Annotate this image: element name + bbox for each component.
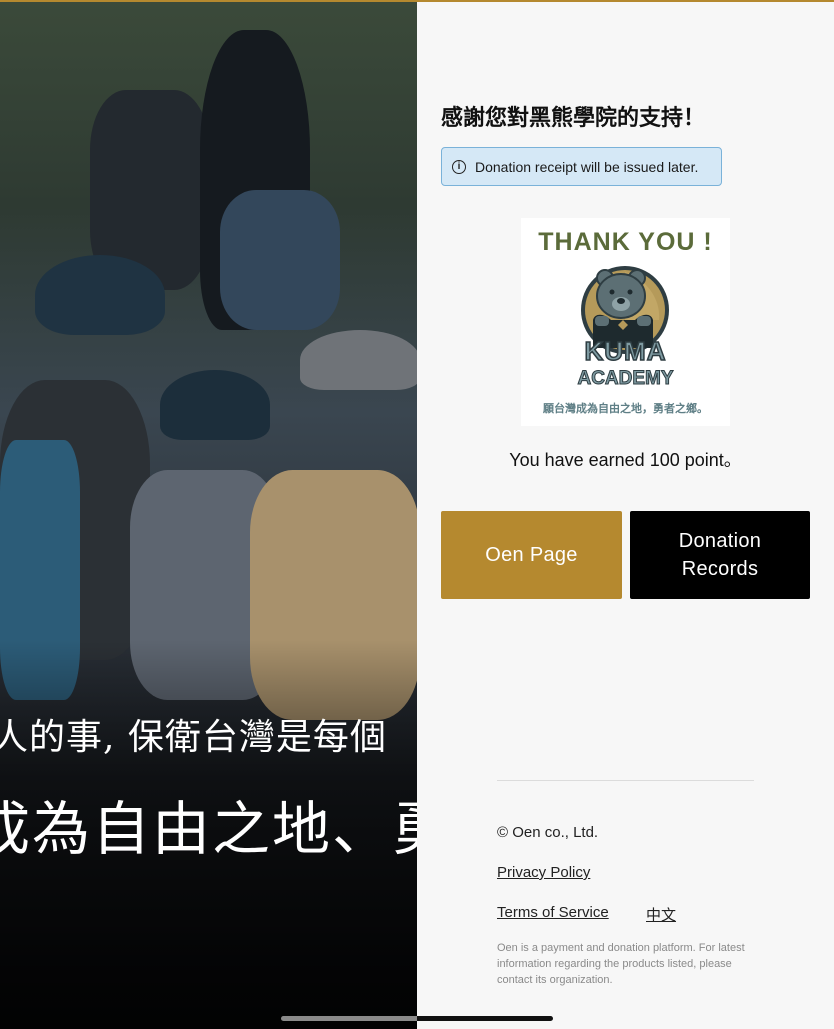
photo-shape	[300, 330, 417, 390]
hero-overlay-text-line2: 成為自由之地、勇	[0, 795, 417, 863]
footer-disclaimer: Oen is a payment and donation platform. …	[497, 942, 745, 986]
donation-records-button-label: Donation Records	[679, 527, 761, 583]
thank-you-image: THANK YOU ! KUMA ACADEMY 願台灣成為自由之地，勇者之鄉。	[521, 218, 730, 426]
receipt-alert: i Donation receipt will be issued later.	[441, 147, 722, 186]
logo-kuma-text: KUMA	[584, 336, 667, 366]
oen-page-button[interactable]: Oen Page	[441, 511, 622, 599]
thank-you-title: THANK YOU !	[538, 228, 713, 256]
language-switch-link[interactable]: 中文	[646, 904, 676, 925]
points-earned-text: You have earned 100 point。	[509, 450, 742, 470]
page-title: 感謝您對黑熊學院的支持！	[441, 105, 706, 130]
donation-records-button[interactable]: Donation Records	[630, 511, 810, 599]
home-indicator[interactable]	[281, 1016, 553, 1021]
donation-records-label-line2: Records	[681, 558, 759, 580]
footer-divider	[497, 780, 754, 781]
photo-shape	[35, 255, 165, 335]
hero-overlay-text-line1: 人的事, 保衛台灣是每個	[0, 717, 387, 758]
terms-of-service-link[interactable]: Terms of Service	[497, 904, 609, 921]
hero-photo: 人的事, 保衛台灣是每個 成為自由之地、勇	[0, 0, 417, 1029]
info-icon: i	[452, 159, 466, 174]
logo-slogan: 願台灣成為自由之地，勇者之鄉。	[543, 403, 708, 415]
top-accent-line	[0, 0, 834, 2]
donation-records-label-line1: Donation	[678, 530, 762, 552]
oen-page-button-label: Oen Page	[485, 544, 578, 566]
photo-shape	[160, 370, 270, 440]
privacy-policy-link[interactable]: Privacy Policy	[497, 864, 590, 881]
copyright-text: © Oen co., Ltd.	[497, 824, 599, 841]
alert-text: Donation receipt will be issued later.	[475, 158, 699, 175]
donation-result-panel: 感謝您對黑熊學院的支持！ i Donation receipt will be …	[417, 0, 834, 1029]
logo-academy-text: ACADEMY	[577, 368, 674, 390]
home-indicator-left	[281, 1016, 417, 1021]
photo-shape	[220, 190, 340, 330]
